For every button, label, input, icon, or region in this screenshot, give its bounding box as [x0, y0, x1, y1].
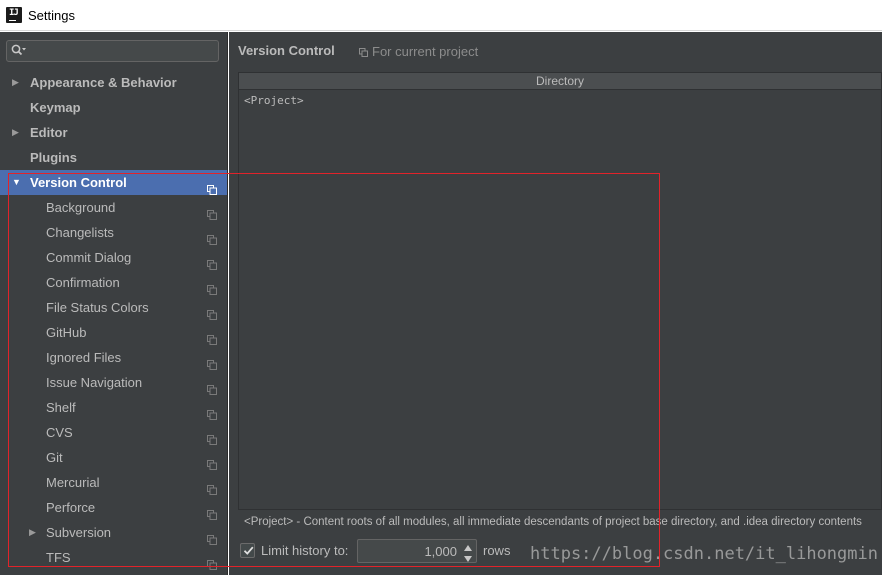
sidebar-item-confirmation[interactable]: Confirmation — [0, 270, 227, 295]
sidebar-item-label: Confirmation — [46, 275, 120, 290]
spinner-down-icon[interactable] — [462, 552, 474, 562]
project-scope-icon — [207, 353, 217, 370]
sidebar-item-issue-navigation[interactable]: Issue Navigation — [0, 370, 227, 395]
sidebar-item-label: File Status Colors — [46, 300, 149, 315]
project-scope-icon — [359, 45, 368, 57]
project-scope-icon — [207, 303, 217, 320]
watermark: https://blog.csdn.net/it_lihongmin — [530, 544, 878, 564]
settings-sidebar: ▶ Appearance & Behavior Keymap ▶ Editor Plugi… — [0, 32, 228, 575]
collapsed-arrow-icon[interactable]: ▶ — [12, 120, 22, 145]
sidebar-item-appearance-behavior[interactable]: ▶ Appearance & Behavior — [0, 70, 227, 95]
sidebar-item-perforce[interactable]: Perforce — [0, 495, 227, 520]
sidebar-item-shelf[interactable]: Shelf — [0, 395, 227, 420]
sidebar-item-label: Keymap — [30, 100, 81, 115]
sidebar-item-github[interactable]: GitHub — [0, 320, 227, 345]
limit-history-label: Limit history to: — [261, 543, 349, 558]
checkmark-icon — [243, 546, 254, 555]
page-title: Version Control — [238, 43, 335, 58]
sidebar-item-label: Plugins — [30, 150, 77, 165]
scope-label: For current project — [372, 44, 479, 59]
project-scope-icon — [207, 228, 217, 245]
project-description-note: <Project> - Content roots of all modules… — [244, 516, 862, 528]
title-bar: IJ Settings — [0, 0, 882, 31]
history-rows-spinner[interactable]: 1,000 — [357, 539, 477, 563]
sidebar-item-subversion[interactable]: ▶ Subversion — [0, 520, 227, 545]
project-scope-icon — [207, 203, 217, 220]
project-scope-icon — [207, 378, 217, 395]
table-row[interactable]: <Project> — [239, 90, 881, 112]
sidebar-item-label: CVS — [46, 425, 73, 440]
project-scope-icon — [207, 403, 217, 420]
settings-tree: ▶ Appearance & Behavior Keymap ▶ Editor Plugi… — [0, 70, 227, 570]
sidebar-item-label: TFS — [46, 550, 71, 565]
settings-search-input[interactable] — [6, 40, 219, 62]
sidebar-item-label: Ignored Files — [46, 350, 122, 365]
sidebar-item-tfs[interactable]: TFS — [0, 545, 227, 570]
project-scope-icon — [207, 428, 217, 445]
window-title: Settings — [28, 8, 75, 23]
project-scope-icon — [207, 253, 217, 270]
expanded-arrow-icon[interactable]: ▼ — [12, 170, 22, 195]
version-control-panel: Version Control For current project Dire… — [229, 32, 882, 575]
rows-unit-label: rows — [483, 543, 511, 558]
project-scope-icon — [207, 478, 217, 495]
sidebar-item-label: Background — [46, 200, 116, 215]
project-scope-icon — [207, 453, 217, 470]
sidebar-item-file-status-colors[interactable]: File Status Colors — [0, 295, 227, 320]
sidebar-item-changelists[interactable]: Changelists — [0, 220, 227, 245]
sidebar-item-mercurial[interactable]: Mercurial — [0, 470, 227, 495]
sidebar-item-label: GitHub — [46, 325, 87, 340]
sidebar-item-cvs[interactable]: CVS — [0, 420, 227, 445]
app-icon-text: IJ — [9, 8, 19, 18]
limit-history-checkbox[interactable] — [240, 543, 255, 558]
sidebar-item-editor[interactable]: ▶ Editor — [0, 120, 227, 145]
sidebar-item-label: Shelf — [46, 400, 76, 415]
project-scope-icon — [207, 328, 217, 345]
directory-mappings-table[interactable]: Directory <Project> — [238, 72, 882, 510]
sidebar-item-label: Subversion — [46, 525, 112, 540]
collapsed-arrow-icon[interactable]: ▶ — [12, 70, 22, 95]
sidebar-item-label: Perforce — [46, 500, 96, 515]
project-scope-icon — [207, 553, 217, 570]
sidebar-item-label: Mercurial — [46, 475, 100, 490]
intellij-app-icon: IJ — [6, 7, 22, 23]
sidebar-item-version-control[interactable]: ▼ Version Control — [0, 170, 227, 195]
sidebar-item-git[interactable]: Git — [0, 445, 227, 470]
sidebar-item-commit-dialog[interactable]: Commit Dialog — [0, 245, 227, 270]
sidebar-item-label: Commit Dialog — [46, 250, 132, 265]
sidebar-item-keymap[interactable]: Keymap — [0, 95, 227, 120]
project-scope-icon — [207, 178, 217, 195]
sidebar-item-label: Git — [46, 450, 63, 465]
sidebar-item-plugins[interactable]: Plugins — [0, 145, 227, 170]
project-scope-icon — [207, 528, 217, 545]
search-icon[interactable] — [11, 44, 27, 58]
history-rows-value[interactable]: 1,000 — [424, 544, 457, 559]
sidebar-item-label: Issue Navigation — [46, 375, 143, 390]
project-scope-icon — [207, 503, 217, 520]
sidebar-item-label: Version Control — [30, 175, 127, 190]
scope-indicator: For current project — [359, 44, 478, 59]
spinner-up-icon[interactable] — [462, 541, 474, 551]
sidebar-item-label: Appearance & Behavior — [30, 75, 177, 90]
sidebar-item-label: Editor — [30, 125, 68, 140]
project-scope-icon — [207, 278, 217, 295]
directory-column-header[interactable]: Directory — [239, 73, 881, 90]
sidebar-item-background[interactable]: Background — [0, 195, 227, 220]
sidebar-item-label: Changelists — [46, 225, 114, 240]
collapsed-arrow-icon[interactable]: ▶ — [29, 520, 39, 545]
sidebar-item-ignored-files[interactable]: Ignored Files — [0, 345, 227, 370]
